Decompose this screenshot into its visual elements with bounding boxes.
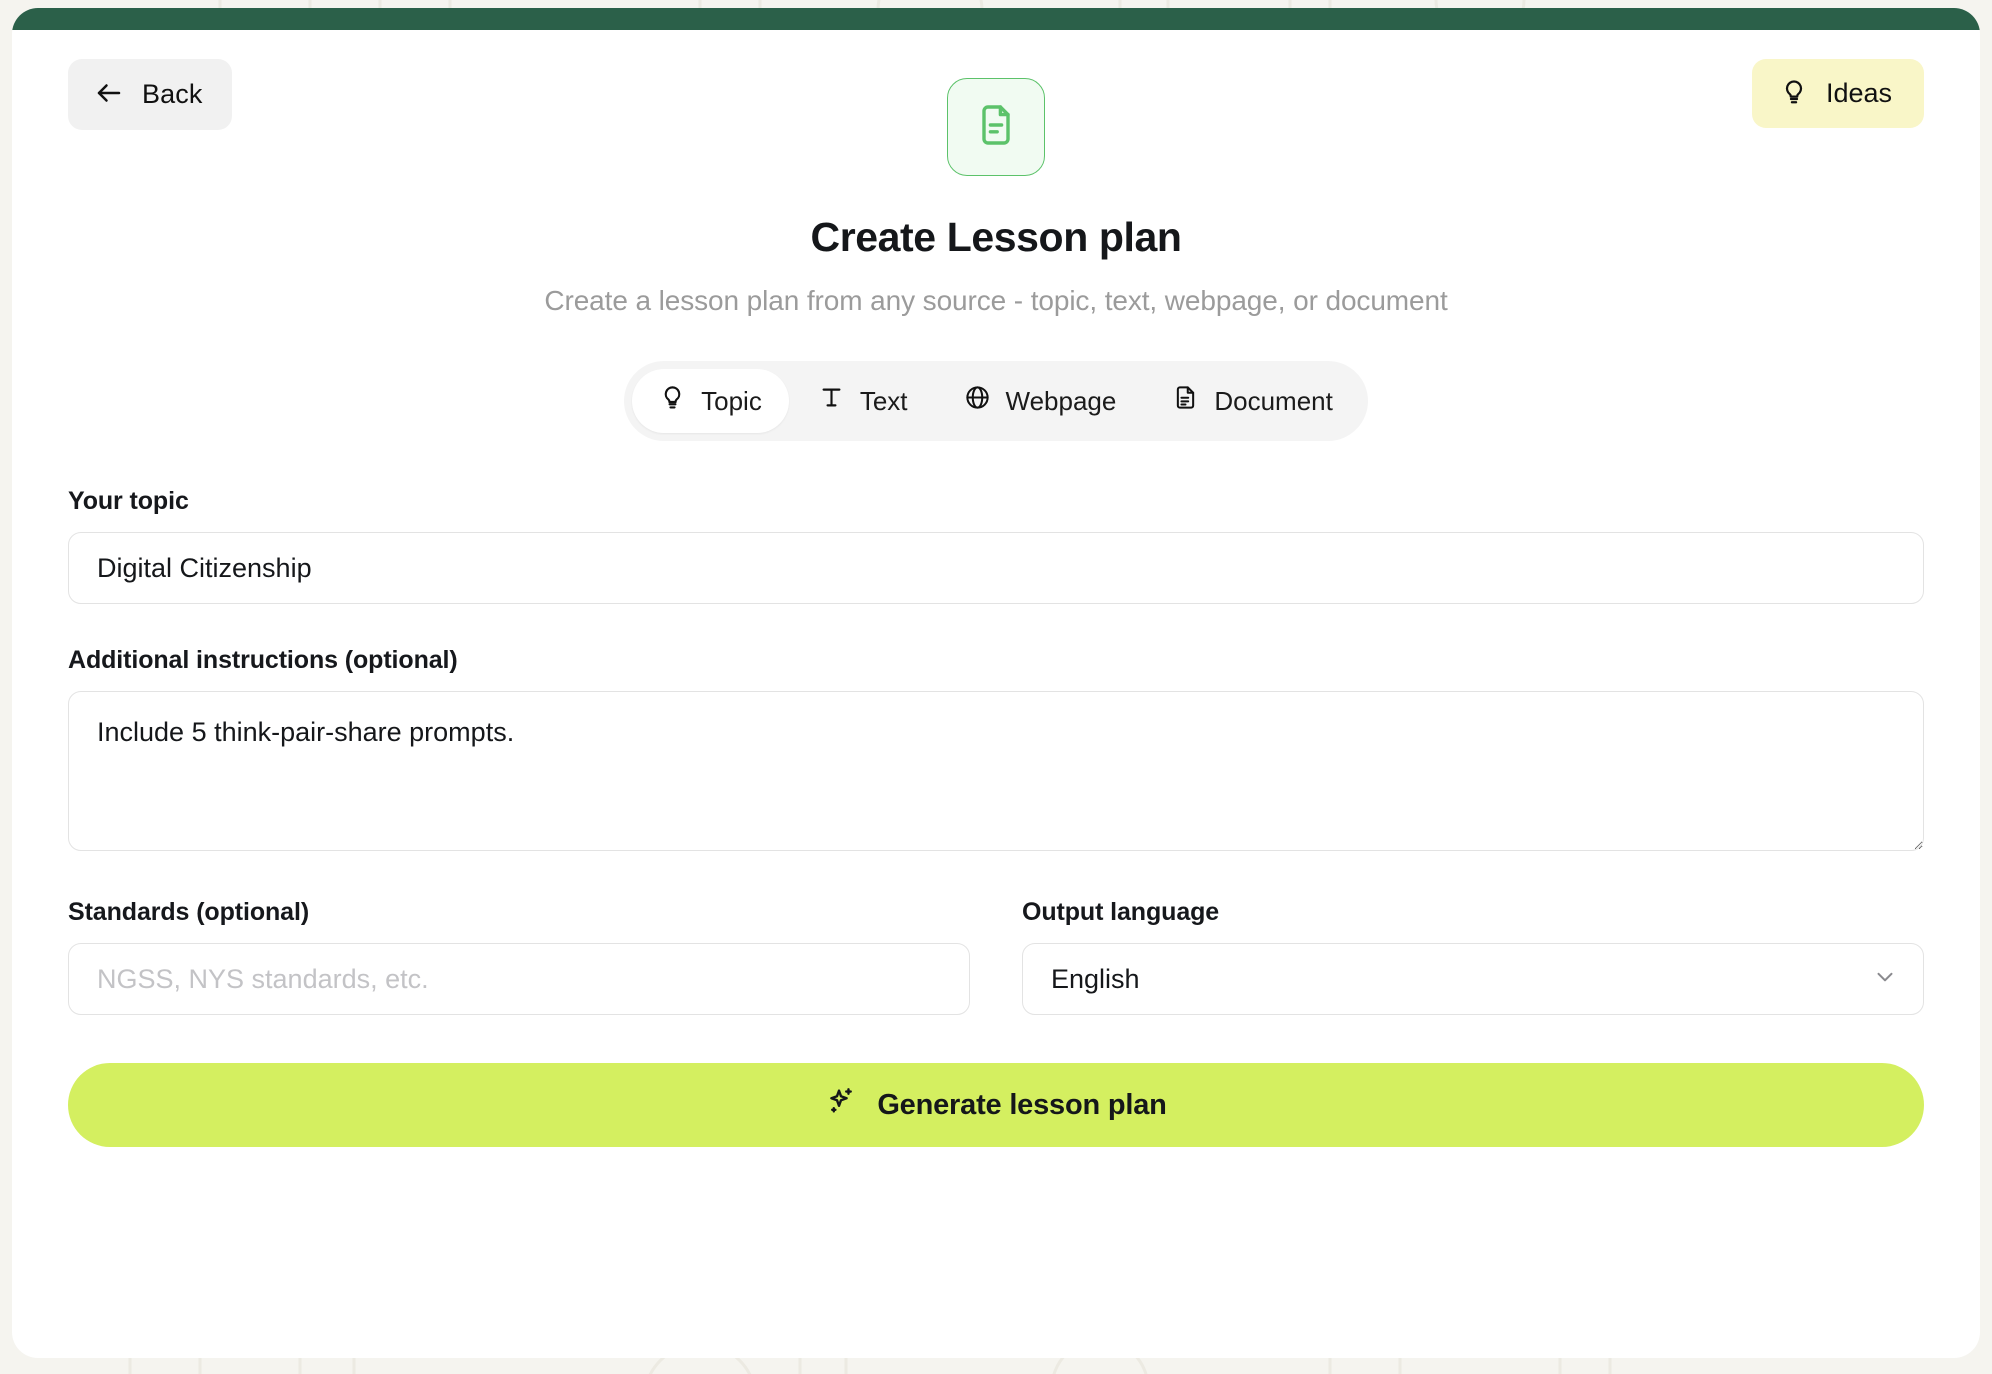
arrow-left-icon — [94, 78, 124, 111]
language-label: Output language — [1022, 898, 1924, 927]
lesson-plan-form: Your topic Additional instructions (opti… — [68, 487, 1924, 1147]
source-tabs: Topic Text — [624, 361, 1368, 441]
instructions-textarea[interactable] — [68, 691, 1924, 851]
instructions-field-group: Additional instructions (optional) — [68, 646, 1924, 856]
lightbulb-icon — [659, 384, 686, 418]
top-accent-bar — [12, 8, 1980, 30]
standards-field-group: Standards (optional) — [68, 898, 970, 1015]
standards-label: Standards (optional) — [68, 898, 970, 927]
back-button-label: Back — [142, 79, 202, 110]
instructions-label: Additional instructions (optional) — [68, 646, 1924, 675]
text-t-icon — [818, 384, 845, 418]
tab-text[interactable]: Text — [791, 369, 935, 433]
language-field-group: Output language English — [1022, 898, 1924, 1015]
tab-text-label: Text — [860, 386, 908, 417]
generate-lesson-plan-button[interactable]: Generate lesson plan — [68, 1063, 1924, 1147]
app-card: Back Ideas — [12, 8, 1980, 1358]
tab-document[interactable]: Document — [1145, 369, 1360, 433]
topic-field-group: Your topic — [68, 487, 1924, 604]
tab-topic[interactable]: Topic — [632, 369, 789, 433]
back-button[interactable]: Back — [68, 59, 232, 130]
tab-webpage[interactable]: Webpage — [937, 369, 1144, 433]
ideas-button[interactable]: Ideas — [1752, 59, 1924, 128]
language-select-wrap: English — [1022, 943, 1924, 1015]
topic-input[interactable] — [68, 532, 1924, 604]
lightbulb-icon — [1780, 78, 1808, 109]
source-tabs-wrap: Topic Text — [68, 361, 1924, 441]
globe-icon — [964, 384, 991, 418]
sparkles-icon — [825, 1085, 857, 1125]
card-body: Back Ideas — [12, 30, 1980, 1358]
header-row: Back Ideas — [68, 30, 1924, 140]
page-subtitle: Create a lesson plan from any source - t… — [68, 285, 1924, 317]
tab-document-label: Document — [1214, 386, 1333, 417]
generate-button-label: Generate lesson plan — [877, 1089, 1166, 1122]
document-icon — [1172, 384, 1199, 418]
tab-webpage-label: Webpage — [1006, 386, 1117, 417]
topic-label: Your topic — [68, 487, 1924, 516]
standards-input[interactable] — [68, 943, 970, 1015]
ideas-button-label: Ideas — [1826, 78, 1892, 109]
tab-topic-label: Topic — [701, 386, 762, 417]
page-title: Create Lesson plan — [68, 214, 1924, 261]
standards-language-row: Standards (optional) Output language Eng… — [68, 898, 1924, 1015]
language-select[interactable]: English — [1022, 943, 1924, 1015]
